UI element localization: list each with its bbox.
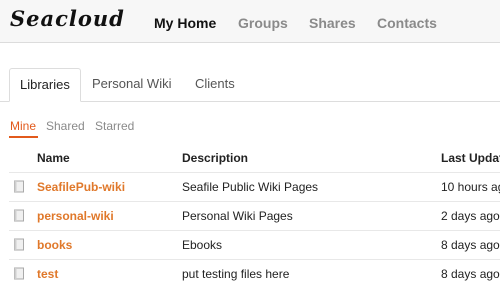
nav-my-home[interactable]: My Home [154,15,216,31]
tab-libraries[interactable]: Libraries [9,68,81,102]
row-divider [9,201,500,202]
library-description: put testing files here [182,267,290,281]
seacloud-logo[interactable]: Seacloud [10,6,125,31]
tab-personal-wiki[interactable]: Personal Wiki [82,68,181,100]
library-name-link[interactable]: books [37,238,72,252]
column-header-name[interactable]: Name [37,151,70,165]
library-last-update: 10 hours ago [441,180,500,194]
library-name-link[interactable]: test [37,267,58,281]
tab-clients[interactable]: Clients [185,68,245,100]
subnav-shared[interactable]: Shared [46,119,85,133]
library-icon [14,238,24,251]
column-header-last-update[interactable]: Last Update [441,151,500,165]
library-last-update: 2 days ago [441,209,500,223]
nav-shares[interactable]: Shares [309,15,356,31]
library-name-link[interactable]: SeafilePub-wiki [37,180,125,194]
library-name-link[interactable]: personal-wiki [37,209,114,223]
library-description: Ebooks [182,238,223,252]
tab-bar: Libraries Personal Wiki Clients [0,68,500,102]
subnav-active-indicator [9,136,38,138]
column-header-description: Description [182,151,249,165]
library-icon [14,209,24,222]
library-last-update: 8 days ago [441,238,500,252]
nav-groups[interactable]: Groups [238,15,288,31]
subnav-starred[interactable]: Starred [95,119,134,133]
header-divider [9,172,500,173]
library-last-update: 8 days ago [441,267,500,281]
nav-contacts[interactable]: Contacts [377,15,437,31]
subnav-mine[interactable]: Mine [10,119,36,133]
row-divider [9,230,500,231]
library-icon [14,267,24,280]
library-icon [14,180,24,193]
top-bar: Seacloud My Home Groups Shares Contacts [0,0,500,43]
row-divider [9,259,500,260]
library-description: Seafile Public Wiki Pages [182,180,319,194]
library-description: Personal Wiki Pages [182,209,293,223]
